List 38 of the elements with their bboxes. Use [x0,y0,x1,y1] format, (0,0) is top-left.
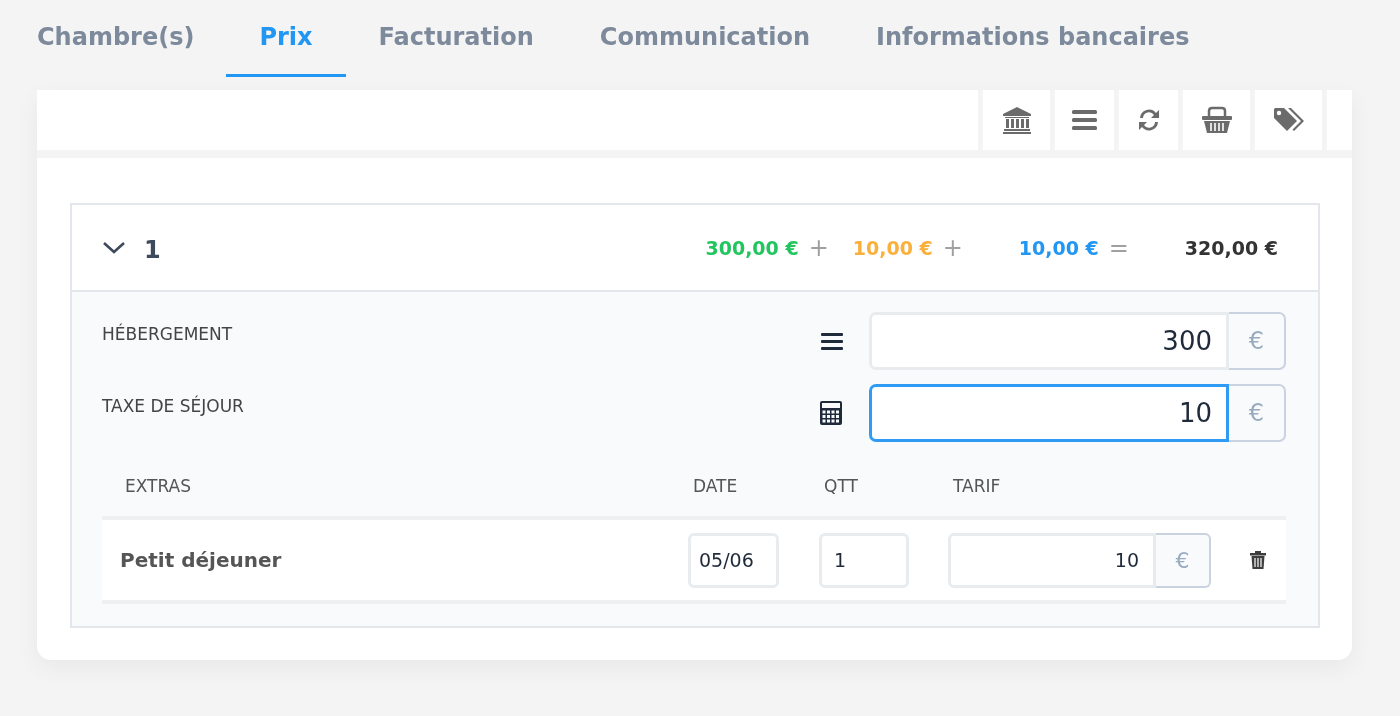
quantity-field[interactable]: 1 [819,532,909,588]
column-header: QTT [823,476,859,496]
date-field[interactable]: 05/06 [688,532,779,588]
currency-addon: € [1229,384,1286,442]
basket-icon [1200,106,1233,134]
extra-name: Petit déjeuner [119,548,283,572]
trash-icon [1250,551,1266,569]
operator: = [1108,233,1129,262]
currency-addon: € [1156,532,1211,588]
rate-field[interactable]: 10 [948,532,1156,588]
amount: 300,00 € [705,236,799,259]
collapse-toggle[interactable] [102,240,126,255]
refresh-button[interactable] [1119,90,1178,150]
bank-button[interactable] [983,90,1050,150]
operator: + [942,233,963,262]
menu-button[interactable] [1055,90,1114,150]
bank-icon [1001,106,1032,134]
delete-button[interactable] [1250,551,1266,569]
operator: + [808,233,829,262]
list-icon [821,332,843,350]
currency-addon: € [1229,312,1286,370]
total-amount: 320,00 € [1184,236,1278,259]
field-label: HÉBERGEMENT [102,324,234,344]
amount: 10,00 € [852,236,933,259]
basket-button[interactable] [1183,90,1250,150]
calculator-icon [819,400,843,426]
amount: 10,00 € [1018,236,1099,259]
amount-field[interactable]: 300 [869,312,1229,370]
field-label: TAXE DE SÉJOUR [102,396,245,416]
amount-field[interactable]: 10 [869,384,1229,442]
column-header: EXTRAS [124,476,193,496]
column-header: DATE [692,476,739,496]
tags-icon [1272,107,1305,133]
tags-button[interactable] [1255,90,1322,150]
column-header: TARIF [952,476,1002,496]
room-number: 1 [144,235,161,264]
chevron-icon [102,240,126,255]
menu-icon [1072,110,1097,130]
